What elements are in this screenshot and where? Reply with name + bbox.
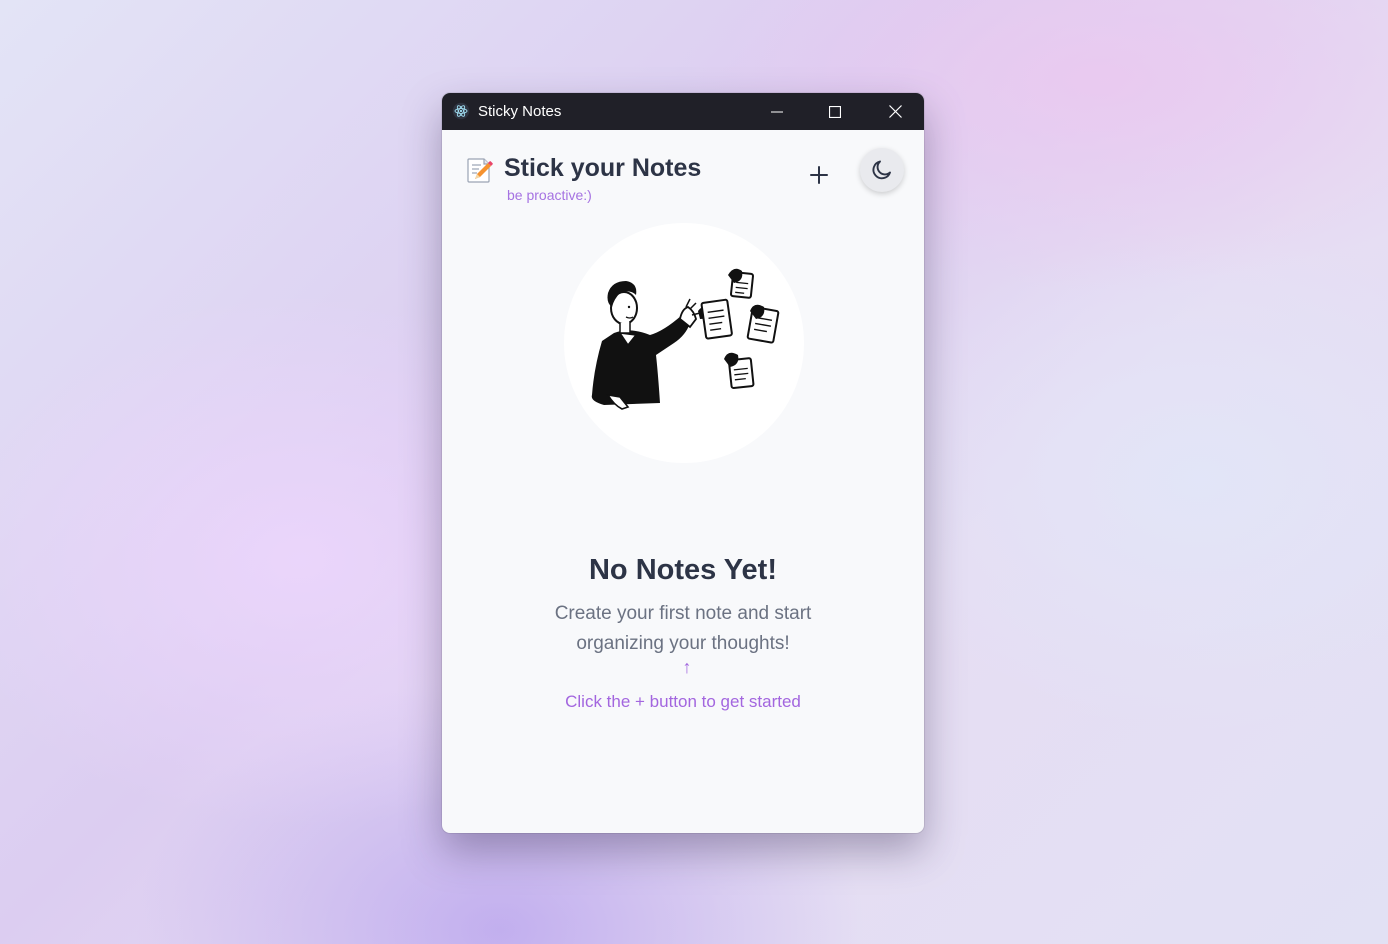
close-button[interactable] xyxy=(866,93,924,130)
main-content: Stick your Notes be proactive:) No Notes… xyxy=(442,130,924,833)
app-window: Sticky Notes Stick your Notes be proacti… xyxy=(442,93,924,833)
maximize-button[interactable] xyxy=(806,93,864,130)
electron-atom-icon xyxy=(452,102,470,120)
theme-toggle-button[interactable] xyxy=(860,148,904,192)
moon-icon xyxy=(872,160,891,180)
close-icon xyxy=(888,105,902,118)
minimize-button[interactable] xyxy=(748,93,806,130)
empty-state-title: No Notes Yet! xyxy=(588,554,777,586)
empty-state-illustration xyxy=(564,223,804,463)
person-pinning-notes-illustration xyxy=(591,268,780,410)
plus-icon xyxy=(810,166,828,184)
maximize-icon xyxy=(829,105,841,118)
title-bar[interactable]: Sticky Notes xyxy=(442,93,924,130)
memo-pencil-icon xyxy=(467,158,493,183)
empty-state-hint: Click the + button to get started xyxy=(565,692,801,711)
empty-state-description: Create your first note and start organiz… xyxy=(554,603,812,654)
add-note-button[interactable] xyxy=(801,157,837,193)
tagline: be proactive:) xyxy=(507,187,592,203)
app-heading: Stick your Notes xyxy=(504,154,702,182)
minimize-icon xyxy=(771,111,783,112)
up-arrow-icon: ↑ xyxy=(682,657,692,677)
window-title: Sticky Notes xyxy=(478,103,562,120)
